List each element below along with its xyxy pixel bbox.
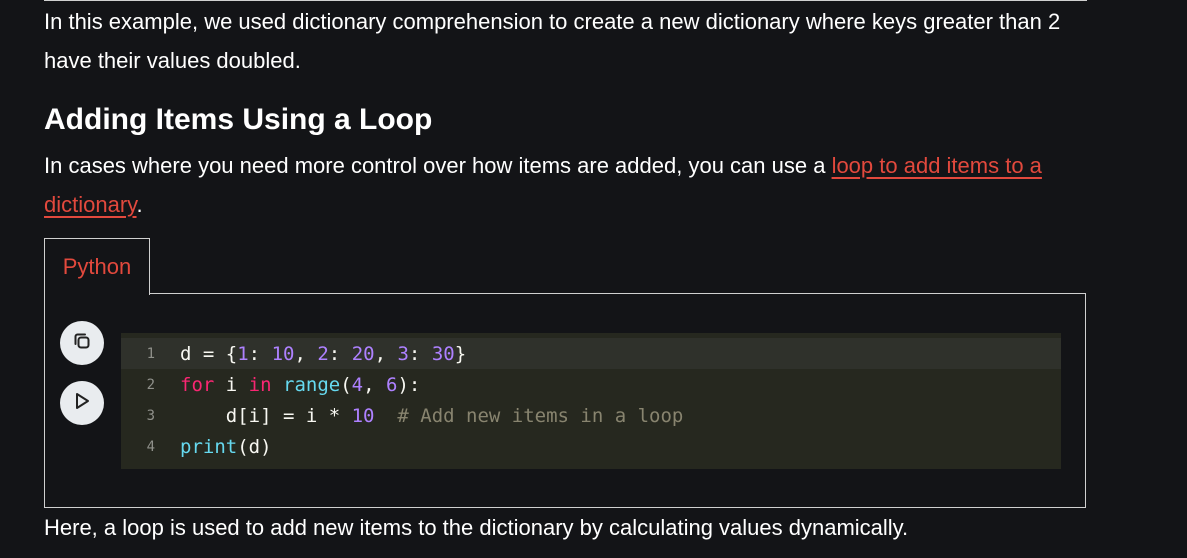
line-number: 1	[146, 345, 155, 362]
section-heading: Adding Items Using a Loop	[44, 103, 433, 136]
loop-paragraph: In cases where you need more control ove…	[44, 146, 1064, 224]
loop-paragraph-suffix: .	[136, 192, 143, 217]
line-number: 4	[146, 438, 155, 455]
intro-paragraph: In this example, we used dictionary comp…	[44, 9, 1061, 73]
code-line: 4 print(d)	[121, 431, 1061, 462]
line-number: 2	[146, 376, 155, 393]
tab-python[interactable]: Python	[44, 238, 150, 295]
section-divider	[44, 0, 1087, 1]
loop-paragraph-prefix: In cases where you need more control ove…	[44, 153, 832, 178]
play-icon	[72, 391, 92, 416]
code-text: print(d)	[180, 435, 272, 458]
run-code-button[interactable]	[60, 381, 104, 425]
code-line: 1 d = {1: 10, 2: 20, 3: 30}	[121, 338, 1061, 369]
line-number: 3	[146, 407, 155, 424]
code-line: 3 d[i] = i * 10 # Add new items in a loo…	[121, 400, 1061, 431]
code-line: 2 for i in range(4, 6):	[121, 369, 1061, 400]
outro-paragraph: Here, a loop is used to add new items to…	[44, 515, 909, 540]
code-text: d = {1: 10, 2: 20, 3: 30}	[180, 342, 467, 365]
code-editor[interactable]: 1 d = {1: 10, 2: 20, 3: 30} 2 for i in r…	[121, 333, 1061, 469]
copy-icon	[72, 331, 92, 356]
code-text: for i in range(4, 6):	[180, 373, 421, 396]
code-text: d[i] = i * 10 # Add new items in a loop	[180, 404, 684, 427]
copy-code-button[interactable]	[60, 321, 104, 365]
